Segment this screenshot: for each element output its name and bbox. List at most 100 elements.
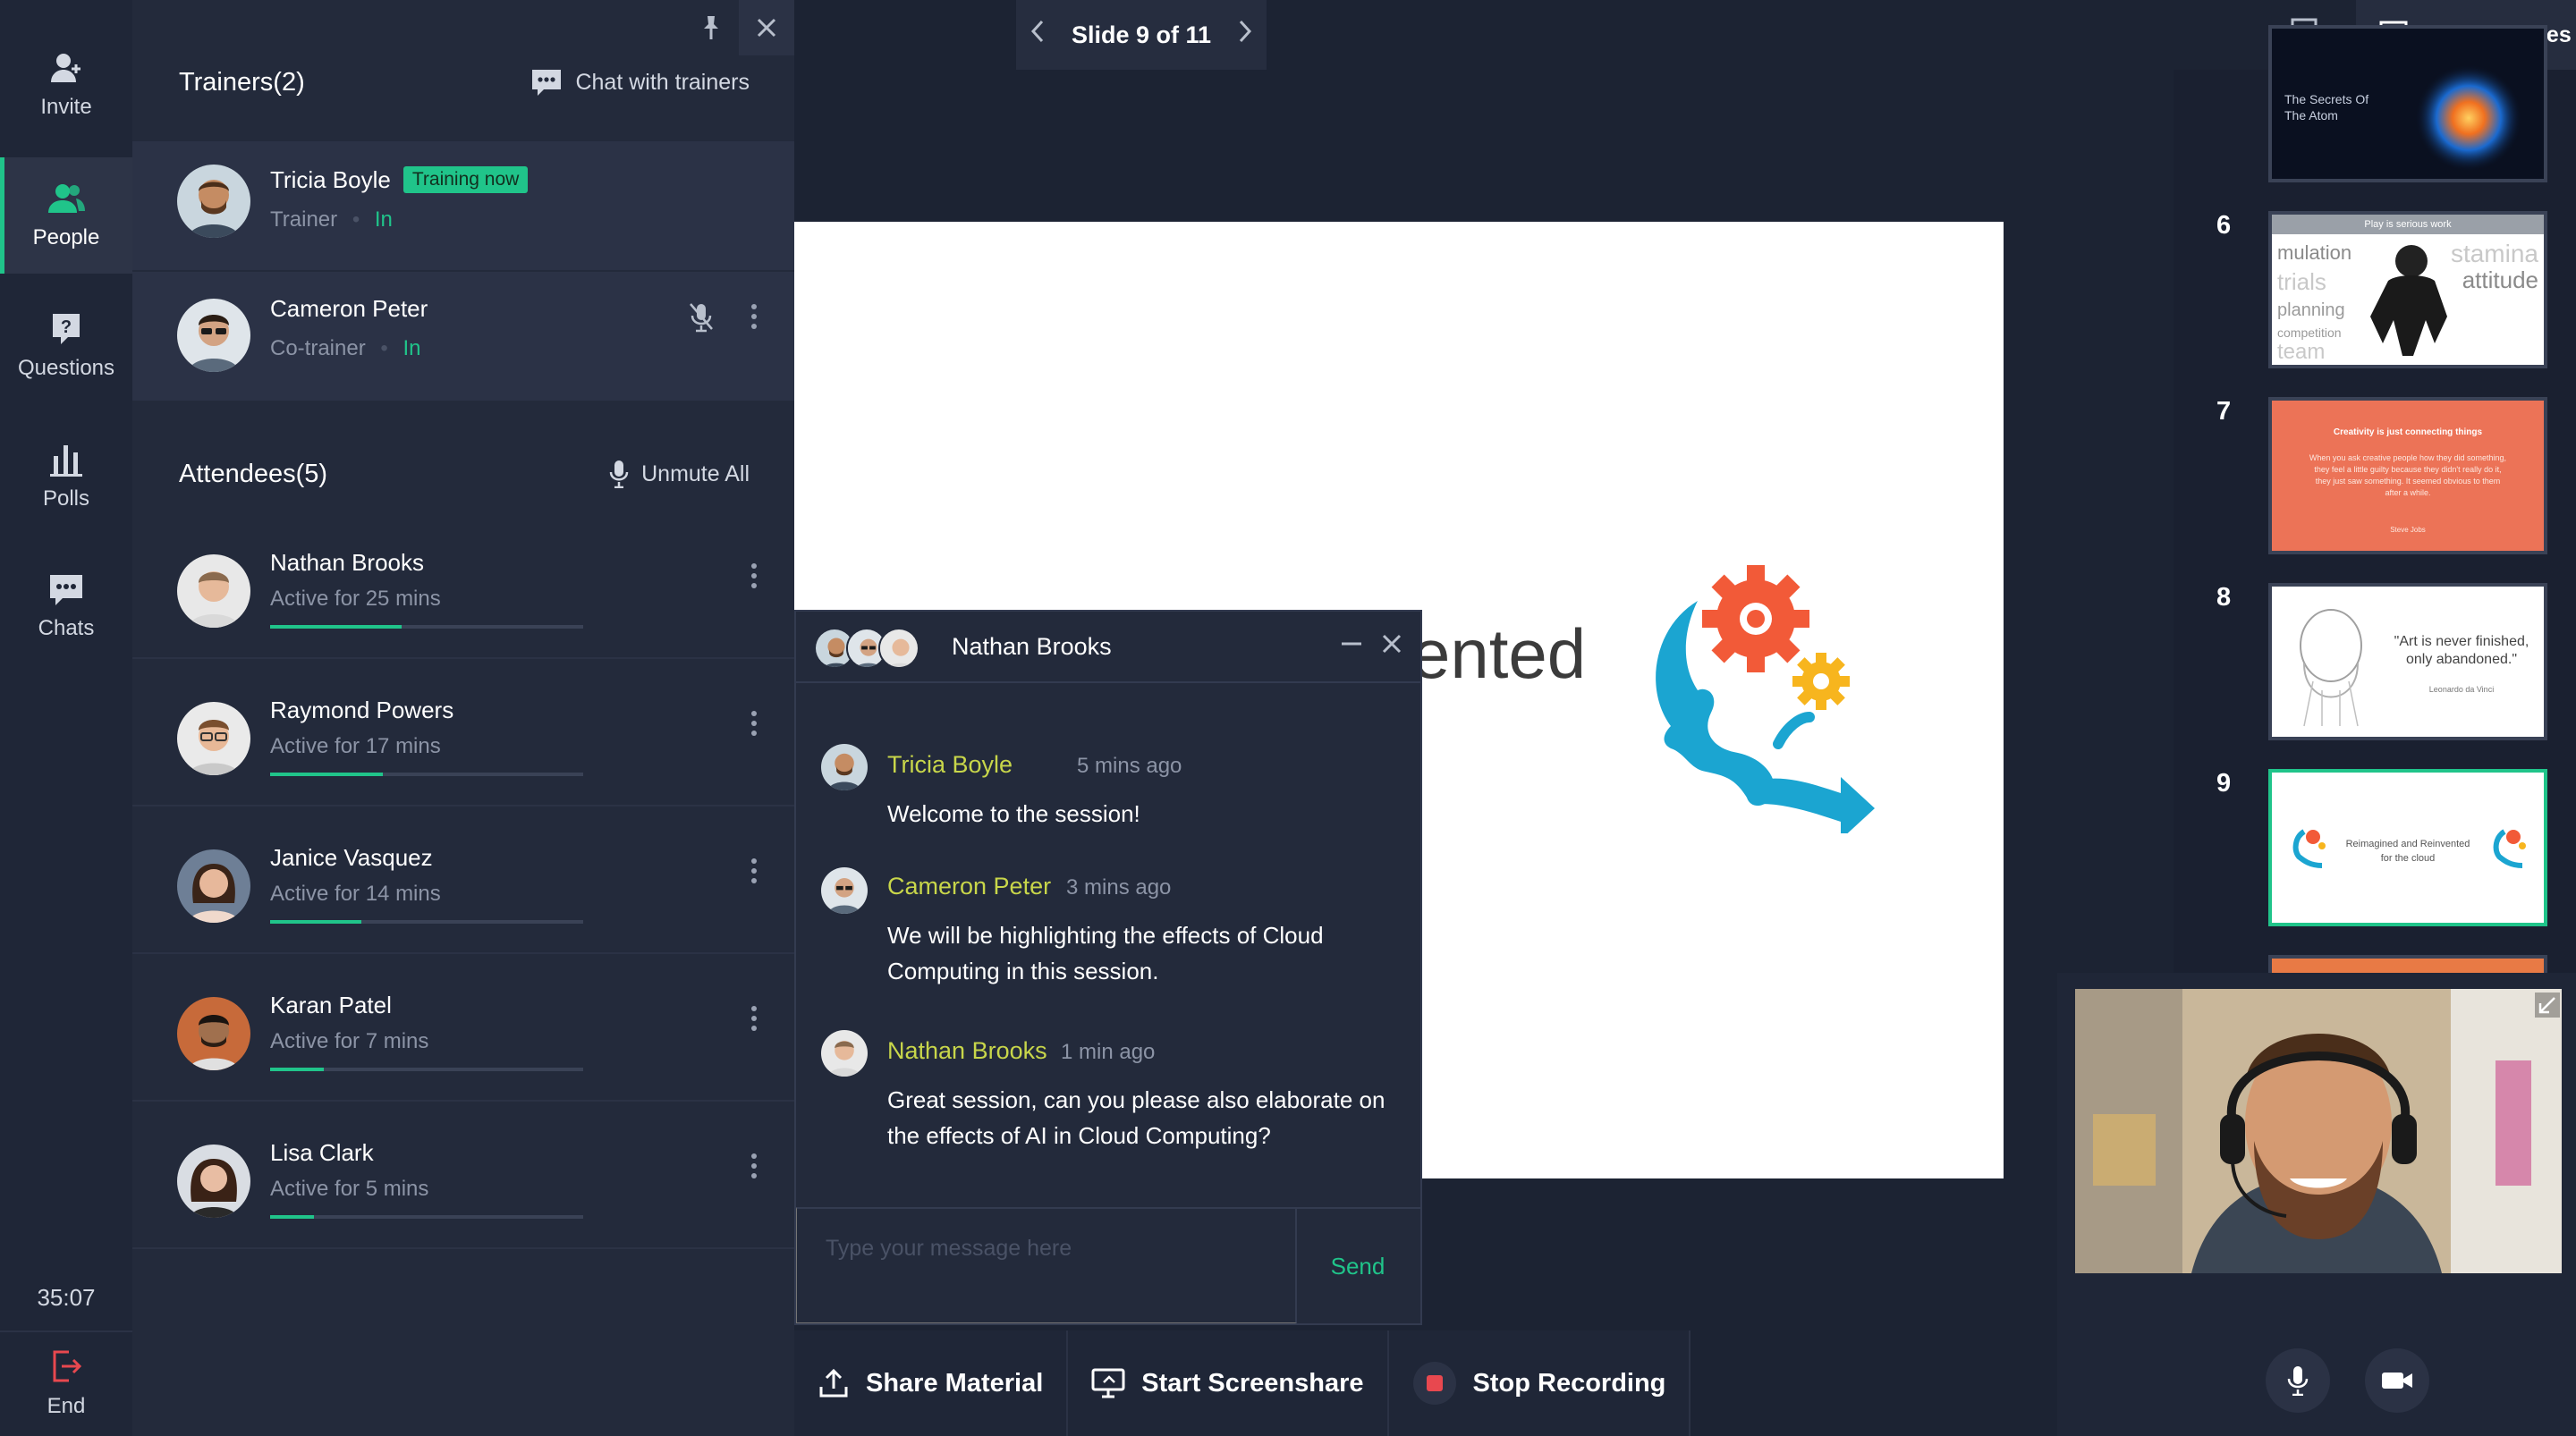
thumb-quote: "Art is never finished, only abandoned." bbox=[2394, 634, 2529, 667]
trainer-name: Cameron Peter bbox=[270, 295, 428, 322]
attendee-row[interactable]: Nathan Brooks Active for 25 mins bbox=[132, 511, 794, 659]
slide-thumbnails: The Secrets Of The Atom 6 Play is seriou… bbox=[2174, 25, 2576, 991]
thumb-number: 9 bbox=[2216, 769, 2232, 798]
chat-icon bbox=[532, 70, 562, 96]
more-options-icon[interactable] bbox=[741, 853, 767, 889]
activity-progress bbox=[270, 920, 583, 924]
nav-polls-label: Polls bbox=[42, 486, 90, 511]
chat-message-input[interactable] bbox=[796, 1207, 1297, 1323]
message-time: 1 min ago bbox=[1061, 1040, 1156, 1064]
thumb-number: 6 bbox=[2216, 211, 2232, 240]
athlete-image bbox=[2370, 245, 2447, 356]
chat-header: Nathan Brooks bbox=[796, 612, 1420, 683]
start-screenshare-button[interactable]: Start Screenshare bbox=[1068, 1330, 1389, 1436]
more-options-icon[interactable] bbox=[741, 1148, 767, 1184]
more-options-icon[interactable] bbox=[741, 558, 767, 594]
more-options-icon[interactable] bbox=[741, 299, 767, 334]
minimize-chat-button[interactable] bbox=[1340, 631, 1363, 662]
microphone-button[interactable] bbox=[2266, 1348, 2330, 1413]
head-gears-mini-icon bbox=[2292, 829, 2326, 868]
session-timer: 35:07 bbox=[37, 1284, 96, 1311]
close-panel-button[interactable] bbox=[739, 0, 794, 55]
thumb-number: 7 bbox=[2216, 397, 2232, 426]
trainer-name: Tricia Boyle bbox=[270, 166, 391, 193]
question-icon: ? bbox=[53, 314, 80, 344]
avatar bbox=[177, 1145, 250, 1218]
thumb-author: Steve Jobs bbox=[2390, 526, 2426, 534]
mic-icon bbox=[2287, 1366, 2309, 1396]
attendee-activity: Active for 5 mins bbox=[270, 1177, 429, 1201]
trainers-title: Trainers(2) bbox=[179, 67, 305, 97]
stop-recording-button[interactable]: Stop Recording bbox=[1388, 1330, 1691, 1436]
slide-thumbnail-active[interactable]: Reimagined and Reinvented for the cloud bbox=[2268, 769, 2547, 926]
prev-slide-button[interactable] bbox=[1030, 19, 1045, 51]
avatar bbox=[177, 165, 250, 238]
slide-thumbnail[interactable]: Creativity is just connecting things Whe… bbox=[2268, 397, 2547, 554]
nav-questions[interactable]: ? Questions bbox=[0, 288, 132, 404]
more-options-icon[interactable] bbox=[741, 1001, 767, 1036]
message-text: We will be highlighting the effects of C… bbox=[887, 922, 1324, 984]
mic-muted-icon[interactable] bbox=[689, 302, 714, 333]
slide-counter: Slide 9 of 11 bbox=[1071, 21, 1212, 48]
trainer-row[interactable]: Tricia Boyle Training now Trainer • In bbox=[132, 141, 794, 270]
more-options-icon[interactable] bbox=[741, 705, 767, 741]
message-time: 3 mins ago bbox=[1066, 875, 1172, 900]
slide-thumbnail[interactable]: "Art is never finished, only abandoned."… bbox=[2268, 583, 2547, 740]
trainer-status: In bbox=[402, 336, 421, 360]
video-panel bbox=[2057, 973, 2576, 1436]
stop-recording-label: Stop Recording bbox=[1472, 1368, 1666, 1398]
message-text: Welcome to the session! bbox=[887, 800, 1140, 827]
chat-icon bbox=[50, 575, 82, 605]
attendee-name: Nathan Brooks bbox=[270, 549, 424, 576]
avatar bbox=[177, 997, 250, 1070]
start-screenshare-label: Start Screenshare bbox=[1141, 1368, 1364, 1398]
unmute-all-button[interactable]: Unmute All bbox=[609, 460, 750, 488]
attendee-row[interactable]: Lisa Clark Active for 5 mins bbox=[132, 1102, 794, 1249]
thumb-word: stamina bbox=[2450, 240, 2538, 267]
da-vinci-sketch bbox=[2300, 609, 2362, 727]
slide-title-text: ented bbox=[1411, 614, 1587, 693]
avatar bbox=[821, 867, 868, 914]
video-camera-icon bbox=[2382, 1373, 2412, 1389]
nav-chats-label: Chats bbox=[38, 616, 95, 640]
thumb-title: Creativity is just connecting things bbox=[2333, 427, 2483, 437]
expand-video-button[interactable] bbox=[2535, 993, 2560, 1018]
trainer-row[interactable]: Cameron Peter Co-trainer • In bbox=[132, 272, 794, 401]
attendee-name: Karan Patel bbox=[270, 992, 392, 1018]
nav-invite[interactable]: Invite bbox=[0, 27, 132, 143]
thumb-body: When you ask creative people how they di… bbox=[2309, 453, 2507, 497]
thumb-caption: The Secrets Of bbox=[2284, 92, 2369, 106]
nav-people[interactable]: People bbox=[0, 157, 132, 274]
share-material-button[interactable]: Share Material bbox=[794, 1330, 1069, 1436]
attendee-row[interactable]: Raymond Powers Active for 17 mins bbox=[132, 659, 794, 807]
end-session-button[interactable]: End bbox=[0, 1330, 132, 1436]
nav-polls[interactable]: Polls bbox=[0, 418, 132, 535]
attendee-activity: Active for 7 mins bbox=[270, 1029, 429, 1053]
slide-thumbnail[interactable]: The Secrets Of The Atom bbox=[2268, 25, 2547, 182]
thumb-word: trials bbox=[2277, 268, 2326, 295]
trainer-video-feed bbox=[2075, 989, 2562, 1273]
next-slide-button[interactable] bbox=[1238, 19, 1252, 51]
nav-questions-label: Questions bbox=[17, 356, 115, 380]
chat-with-trainers-link[interactable]: Chat with trainers bbox=[530, 68, 750, 97]
pin-panel-button[interactable] bbox=[683, 0, 739, 55]
unmute-all-label: Unmute All bbox=[641, 460, 750, 486]
slide-thumbnail[interactable]: Play is serious work mulation stamina tr… bbox=[2268, 211, 2547, 368]
activity-progress bbox=[270, 1215, 583, 1219]
avatar bbox=[821, 1030, 868, 1077]
thumb-caption: The Atom bbox=[2284, 108, 2338, 122]
bottom-toolbar: Share Material Start Screenshare Stop Re… bbox=[794, 1330, 1691, 1436]
attendee-row[interactable]: Janice Vasquez Active for 14 mins bbox=[132, 807, 794, 954]
close-chat-button[interactable] bbox=[1381, 631, 1402, 662]
send-button[interactable]: Send bbox=[1295, 1207, 1420, 1323]
nav-chats[interactable]: Chats bbox=[0, 549, 132, 665]
attendee-activity: Active for 14 mins bbox=[270, 882, 441, 906]
attendees-title: Attendees(5) bbox=[179, 459, 328, 488]
activity-progress bbox=[270, 1068, 583, 1071]
avatar bbox=[177, 849, 250, 923]
camera-button[interactable] bbox=[2365, 1348, 2429, 1413]
avatar bbox=[878, 628, 919, 669]
add-user-icon bbox=[51, 54, 80, 82]
activity-progress bbox=[270, 625, 583, 629]
attendee-row[interactable]: Karan Patel Active for 7 mins bbox=[132, 954, 794, 1102]
